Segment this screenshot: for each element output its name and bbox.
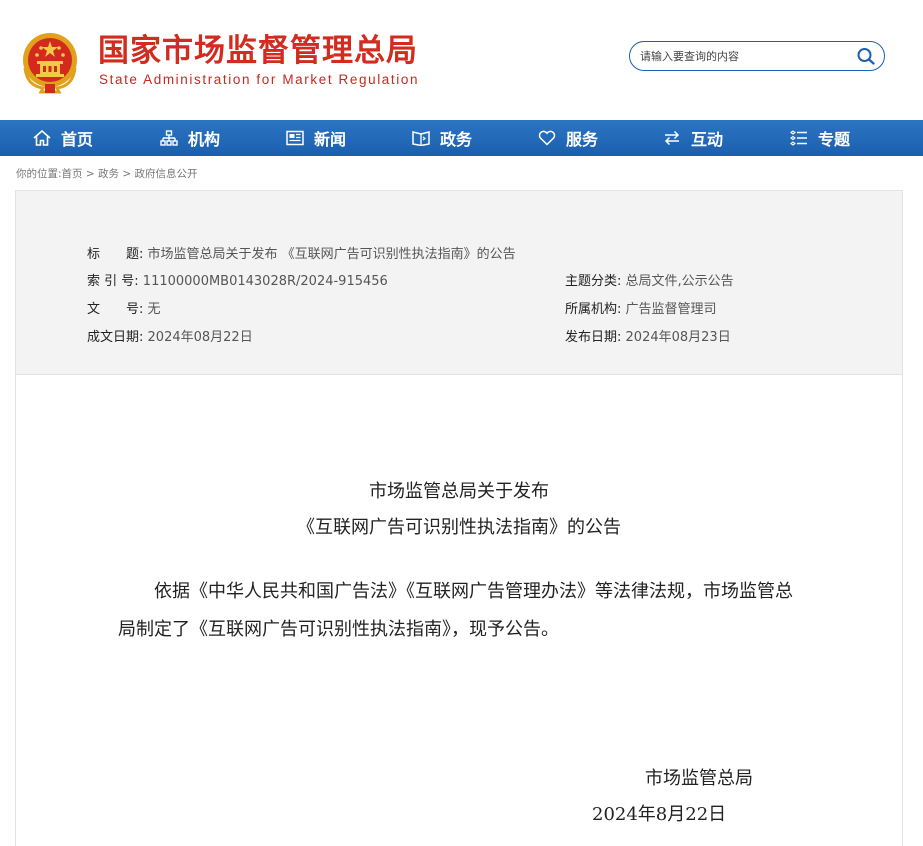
breadcrumb: 你的位置:首页 > 政务 > 政府信息公开: [16, 166, 198, 181]
org-chart-icon: [160, 130, 178, 146]
nav-topics-label: 专题: [818, 130, 851, 149]
nav-org-label: 机构: [188, 130, 221, 149]
meta-org-label: 所属机构:: [565, 302, 622, 317]
signature-date: 2024年8月22日: [592, 804, 727, 825]
meta-title-value: 市场监管总局关于发布 《互联网广告可识别性执法指南》的公告: [147, 247, 516, 262]
breadcrumb-prefix: 你的位置:: [16, 168, 62, 180]
meta-index-row: 索 引 号: 11100000MB0143028R/2024-915456: [87, 273, 388, 291]
nav-news[interactable]: 新闻: [286, 120, 346, 156]
meta-topic-label: 主题分类:: [565, 274, 622, 289]
national-emblem-icon[interactable]: [19, 28, 81, 94]
nav-home-label: 首页: [61, 130, 94, 149]
site-title[interactable]: 国家市场监督管理总局: [98, 33, 418, 69]
article-title-line2: 《互联网广告可识别性执法指南》的公告: [297, 517, 621, 538]
nav-service[interactable]: 服务: [538, 120, 598, 156]
meta-index-value: 11100000MB0143028R/2024-915456: [142, 274, 388, 289]
meta-topic-row: 主题分类: 总局文件,公示公告: [565, 273, 734, 291]
search-box: [629, 41, 885, 71]
news-icon: [286, 130, 304, 146]
meta-docno-row: 文 号: 无: [87, 301, 161, 319]
article-title-line1: 市场监管总局关于发布: [369, 481, 549, 502]
meta-created-label: 成文日期:: [87, 330, 144, 345]
nav-interact[interactable]: 互动: [663, 120, 723, 156]
nav-affairs-label: 政务: [440, 130, 473, 149]
nav-org[interactable]: 机构: [160, 120, 220, 156]
search-input[interactable]: [640, 46, 845, 66]
heart-icon: [538, 130, 556, 146]
signature-org: 市场监管总局: [645, 768, 753, 789]
breadcrumb-affairs[interactable]: 政务: [98, 168, 119, 180]
nav-topics[interactable]: 专题: [790, 120, 850, 156]
meta-created-row: 成文日期: 2024年08月22日: [87, 329, 253, 347]
search-icon[interactable]: [856, 47, 876, 65]
nav-affairs[interactable]: 政务: [412, 120, 472, 156]
swap-arrows-icon: [664, 130, 680, 146]
book-icon: [412, 131, 430, 146]
meta-title-label: 标 题:: [87, 247, 144, 262]
home-icon: [33, 130, 51, 146]
meta-docno-label: 文 号:: [87, 302, 144, 317]
article-body: 依据《中华人民共和国广告法》《互联网广告管理办法》等法律法规，市场监管总局制定了…: [118, 581, 793, 640]
nav-interact-label: 互动: [691, 130, 724, 149]
nav-service-label: 服务: [566, 130, 599, 149]
main-nav: 首页 机构 新闻 政务 服务 互动 专题: [0, 120, 923, 156]
document-metadata: 标 题: 市场监管总局关于发布 《互联网广告可识别性执法指南》的公告 索 引 号…: [16, 191, 902, 375]
breadcrumb-home[interactable]: 首页: [62, 168, 83, 180]
nav-home[interactable]: 首页: [33, 120, 93, 156]
content-panel: 标 题: 市场监管总局关于发布 《互联网广告可识别性执法指南》的公告 索 引 号…: [15, 190, 903, 846]
breadcrumb-separator: >: [85, 168, 95, 180]
meta-org-value: 广告监督管理司: [625, 302, 717, 317]
site-subtitle: State Administration for Market Regulati…: [99, 72, 420, 87]
meta-published-label: 发布日期:: [565, 330, 622, 345]
list-icon: [790, 130, 807, 146]
meta-index-label: 索 引 号:: [87, 274, 139, 289]
meta-published-value: 2024年08月23日: [625, 330, 731, 345]
site-header: 国家市场监督管理总局 State Administration for Mark…: [0, 0, 923, 120]
meta-title-row: 标 题: 市场监管总局关于发布 《互联网广告可识别性执法指南》的公告: [87, 246, 516, 264]
breadcrumb-separator: >: [122, 168, 132, 180]
meta-created-value: 2024年08月22日: [147, 330, 253, 345]
meta-docno-value: 无: [147, 302, 161, 317]
meta-org-row: 所属机构: 广告监督管理司: [565, 301, 717, 319]
meta-published-row: 发布日期: 2024年08月23日: [565, 329, 731, 347]
breadcrumb-gov-info[interactable]: 政府信息公开: [135, 168, 198, 180]
meta-topic-value: 总局文件,公示公告: [625, 274, 734, 289]
nav-news-label: 新闻: [314, 130, 347, 149]
